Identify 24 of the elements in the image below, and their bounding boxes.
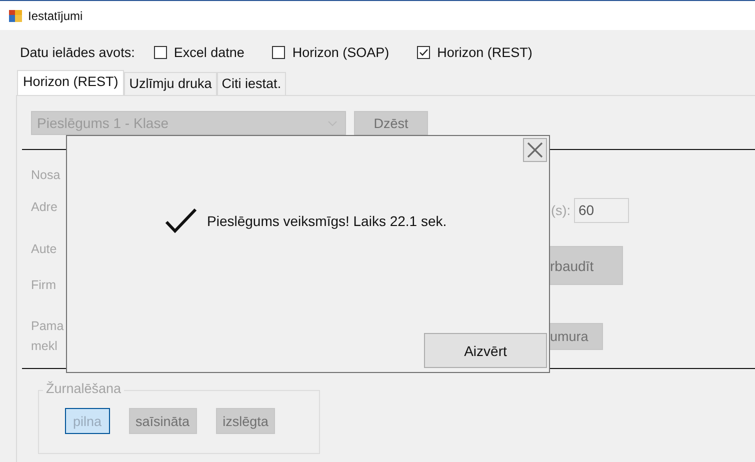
field-label: Pama mekl bbox=[31, 318, 65, 355]
checkbox-label[interactable]: Excel datne bbox=[174, 44, 244, 60]
tab[interactable]: Uzlīmju druka bbox=[124, 72, 217, 95]
window-title: Iestatījumi bbox=[28, 8, 83, 22]
checkbox-label[interactable]: Horizon (SOAP) bbox=[292, 44, 390, 60]
field-label: Firm bbox=[31, 277, 57, 294]
checkbox[interactable] bbox=[154, 46, 167, 58]
app-icon bbox=[9, 10, 22, 22]
tab[interactable]: Horizon (REST) bbox=[17, 70, 124, 95]
timeout-field[interactable]: 60 bbox=[574, 198, 628, 223]
field-label: Adre bbox=[31, 199, 58, 216]
group-title: Žurnalēšana bbox=[43, 381, 124, 396]
close-icon[interactable] bbox=[523, 138, 547, 162]
field-label: Aute bbox=[31, 241, 58, 258]
checkbox[interactable] bbox=[272, 46, 286, 58]
checkmark-icon bbox=[165, 208, 197, 234]
field-label: Nosa bbox=[31, 167, 62, 184]
source-label: Datu ielādes avots: bbox=[20, 44, 135, 60]
tab[interactable]: Citi iestat. bbox=[216, 72, 286, 95]
checkbox-label[interactable]: Horizon (REST) bbox=[437, 44, 532, 60]
message-text: Pieslēgums veiksmīgs! Laiks 22.1 sek. bbox=[207, 213, 447, 229]
timeout-label: (s): bbox=[551, 203, 570, 218]
checkbox[interactable] bbox=[417, 46, 430, 58]
close-button[interactable]: Aizvērt bbox=[424, 333, 547, 368]
